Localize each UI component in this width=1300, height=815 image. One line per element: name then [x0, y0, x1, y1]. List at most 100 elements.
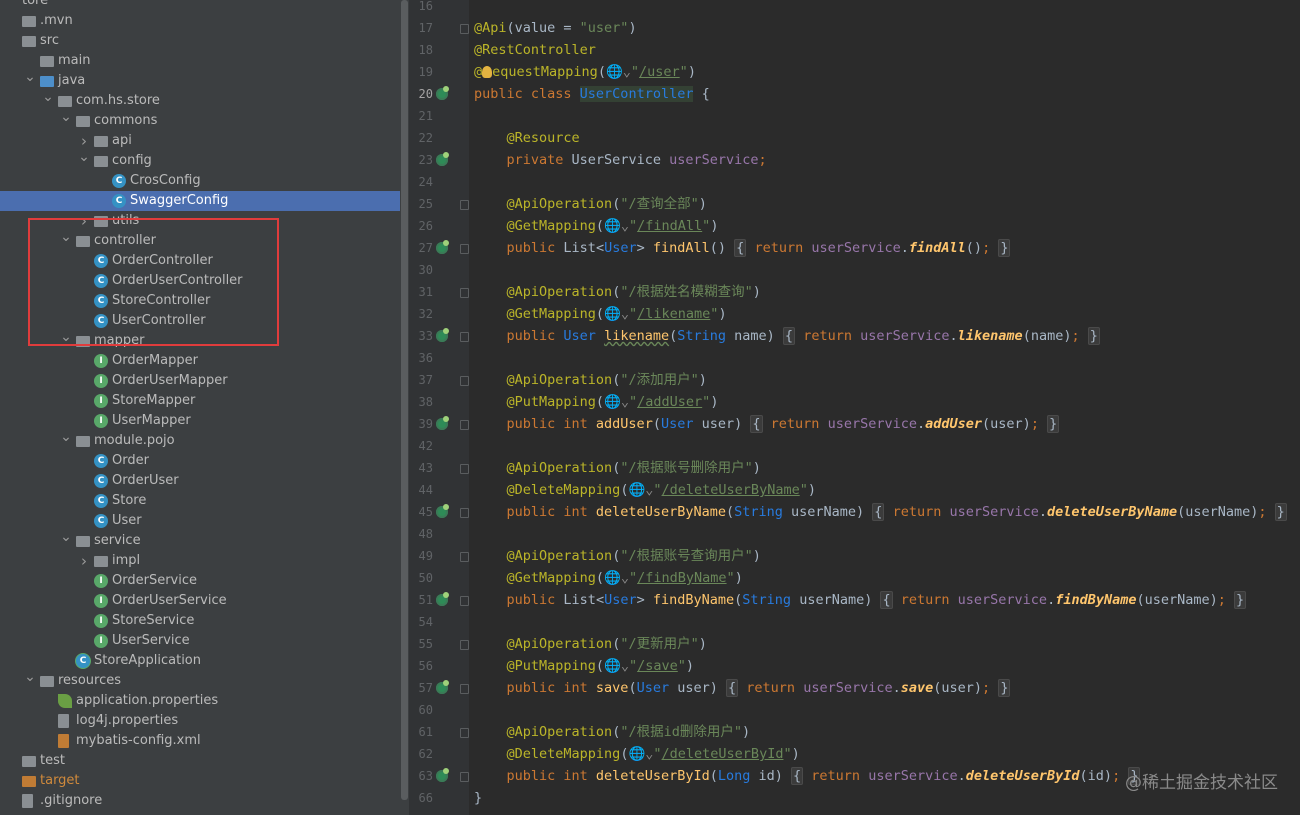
code-line[interactable]: @RestController — [474, 39, 596, 61]
tree-row[interactable]: mybatis-config.xml — [0, 731, 400, 751]
chevron-right-icon[interactable]: › — [78, 551, 90, 571]
folded-brace[interactable]: } — [1047, 415, 1060, 433]
fold-marker-icon[interactable] — [460, 596, 469, 606]
code-line[interactable]: @ApiOperation("/根据姓名模糊查询") — [474, 281, 761, 303]
code-line[interactable]: @ApiOperation("/更新用户") — [474, 633, 707, 655]
fold-marker-icon[interactable] — [460, 772, 469, 782]
code-line[interactable]: @Api(value = "user") — [474, 17, 637, 39]
folded-brace[interactable]: } — [1087, 327, 1100, 345]
tree-row[interactable]: ⌄ module.pojo — [0, 430, 400, 451]
chevron-right-icon[interactable]: › — [78, 131, 90, 151]
code-line[interactable]: @GetMapping(🌐⌄"/findByName") — [474, 567, 743, 589]
globe-icon[interactable]: 🌐⌄ — [604, 306, 629, 322]
code-line[interactable]: @GetMapping(🌐⌄"/findAll") — [474, 215, 719, 237]
globe-icon[interactable]: 🌐⌄ — [604, 394, 629, 410]
tree-row[interactable]: I UserService — [0, 631, 400, 651]
folded-brace[interactable]: { — [734, 239, 747, 257]
fold-marker-icon[interactable] — [460, 244, 469, 254]
tree-row[interactable]: target — [0, 771, 400, 791]
code-line[interactable]: @DeleteMapping(🌐⌄"/deleteUserById") — [474, 743, 800, 765]
code-line[interactable]: public int deleteUserByName(String userN… — [474, 501, 1287, 523]
code-line[interactable]: private UserService userService; — [474, 149, 767, 171]
chevron-down-icon[interactable]: ⌄ — [60, 530, 72, 544]
spring-bean-gutter-icon[interactable] — [436, 86, 449, 100]
globe-icon[interactable]: 🌐⌄ — [604, 570, 629, 586]
code-line[interactable]: @ApiOperation("/根据账号删除用户") — [474, 457, 761, 479]
folded-brace[interactable]: { — [791, 767, 804, 785]
tree-row[interactable]: I UserMapper — [0, 411, 400, 431]
fold-marker-icon[interactable] — [460, 464, 469, 474]
tree-row[interactable]: I OrderUserService — [0, 591, 400, 611]
tree-row[interactable]: C OrderUser — [0, 471, 400, 491]
tree-row[interactable]: test — [0, 751, 400, 771]
fold-marker-icon[interactable] — [460, 508, 469, 518]
code-line[interactable]: @ApiOperation("/根据账号查询用户") — [474, 545, 761, 567]
fold-marker-icon[interactable] — [460, 420, 469, 430]
folded-brace[interactable]: } — [1274, 503, 1287, 521]
code-line[interactable]: @GetMapping(🌐⌄"/likename") — [474, 303, 727, 325]
code-line[interactable]: @ApiOperation("/添加用户") — [474, 369, 707, 391]
globe-icon[interactable]: 🌐⌄ — [628, 482, 653, 498]
chevron-down-icon[interactable]: ⌄ — [42, 90, 54, 104]
fold-marker-icon[interactable] — [460, 376, 469, 386]
code-line[interactable]: @PutMapping(🌐⌄"/addUser") — [474, 391, 719, 413]
chevron-down-icon[interactable]: ⌄ — [60, 430, 72, 444]
tree-row[interactable]: › api — [0, 131, 400, 151]
spring-bean-gutter-icon[interactable] — [436, 416, 449, 430]
fold-marker-icon[interactable] — [460, 332, 469, 342]
spring-bean-gutter-icon[interactable] — [436, 680, 449, 694]
tree-row[interactable]: main — [0, 51, 400, 71]
folded-brace[interactable]: { — [872, 503, 885, 521]
spring-bean-gutter-icon[interactable] — [436, 328, 449, 342]
spring-bean-gutter-icon[interactable] — [436, 240, 449, 254]
globe-icon[interactable]: 🌐⌄ — [604, 658, 629, 674]
tree-row[interactable]: ⌄ com.hs.store — [0, 90, 400, 111]
tree-row[interactable]: C Store — [0, 491, 400, 511]
folded-brace[interactable]: { — [880, 591, 893, 609]
folded-brace[interactable]: { — [750, 415, 763, 433]
folded-brace[interactable]: { — [726, 679, 739, 697]
tree-row[interactable]: › impl — [0, 551, 400, 571]
folded-brace[interactable]: } — [998, 239, 1011, 257]
tree-row[interactable]: ⌄ config — [0, 150, 400, 171]
code-line[interactable]: public List<User> findAll() { return use… — [474, 237, 1011, 259]
code-line[interactable]: @DeleteMapping(🌐⌄"/deleteUserByName") — [474, 479, 816, 501]
chevron-down-icon[interactable]: ⌄ — [24, 70, 36, 84]
code-line[interactable]: public int deleteUserById(Long id) { ret… — [474, 765, 1141, 787]
code-line[interactable]: public int save(User user) { return user… — [474, 677, 1011, 699]
fold-marker-icon[interactable] — [460, 200, 469, 210]
spring-bean-gutter-icon[interactable] — [436, 592, 449, 606]
fold-marker-icon[interactable] — [460, 640, 469, 650]
tree-row[interactable]: C User — [0, 511, 400, 531]
tree-row[interactable]: ⌄ commons — [0, 110, 400, 131]
tree-row[interactable]: .mvn — [0, 11, 400, 31]
fold-marker-icon[interactable] — [460, 552, 469, 562]
code-line[interactable]: } — [474, 787, 482, 809]
tree-row[interactable]: src — [0, 31, 400, 51]
tree-row[interactable]: I OrderUserMapper — [0, 371, 400, 391]
folded-brace[interactable]: } — [1234, 591, 1247, 609]
code-line[interactable]: public class UserController { — [474, 83, 710, 105]
folded-brace[interactable]: { — [782, 327, 796, 345]
tree-row[interactable]: tore — [0, 0, 400, 11]
tree-row[interactable]: I OrderService — [0, 571, 400, 591]
tree-row[interactable]: application.properties — [0, 691, 400, 711]
spring-bean-gutter-icon[interactable] — [436, 768, 449, 782]
chevron-down-icon[interactable]: ⌄ — [24, 670, 36, 684]
code-line[interactable]: public List<User> findByName(String user… — [474, 589, 1247, 611]
code-line[interactable]: @ApiOperation("/根据id删除用户") — [474, 721, 751, 743]
tree-row[interactable]: C SwaggerConfig — [0, 191, 400, 211]
code-line[interactable]: @ equestMapping(🌐⌄"/user") — [474, 61, 696, 83]
code-line[interactable]: public User likename(String name) { retu… — [474, 325, 1100, 347]
code-line[interactable]: @Resource — [474, 127, 580, 149]
tree-row[interactable]: ⌄ java — [0, 70, 400, 91]
spring-bean-gutter-icon[interactable] — [436, 504, 449, 518]
tree-row[interactable]: ⌄ service — [0, 530, 400, 551]
tree-row[interactable]: I OrderMapper — [0, 351, 400, 371]
code-editor[interactable]: @Api(value = "user") @RestController @ eque… — [469, 0, 1300, 815]
chevron-down-icon[interactable]: ⌄ — [78, 150, 90, 164]
tree-row[interactable]: log4j.properties — [0, 711, 400, 731]
tree-row[interactable]: C Order — [0, 451, 400, 471]
fold-marker-icon[interactable] — [460, 288, 469, 298]
fold-marker-icon[interactable] — [460, 684, 469, 694]
